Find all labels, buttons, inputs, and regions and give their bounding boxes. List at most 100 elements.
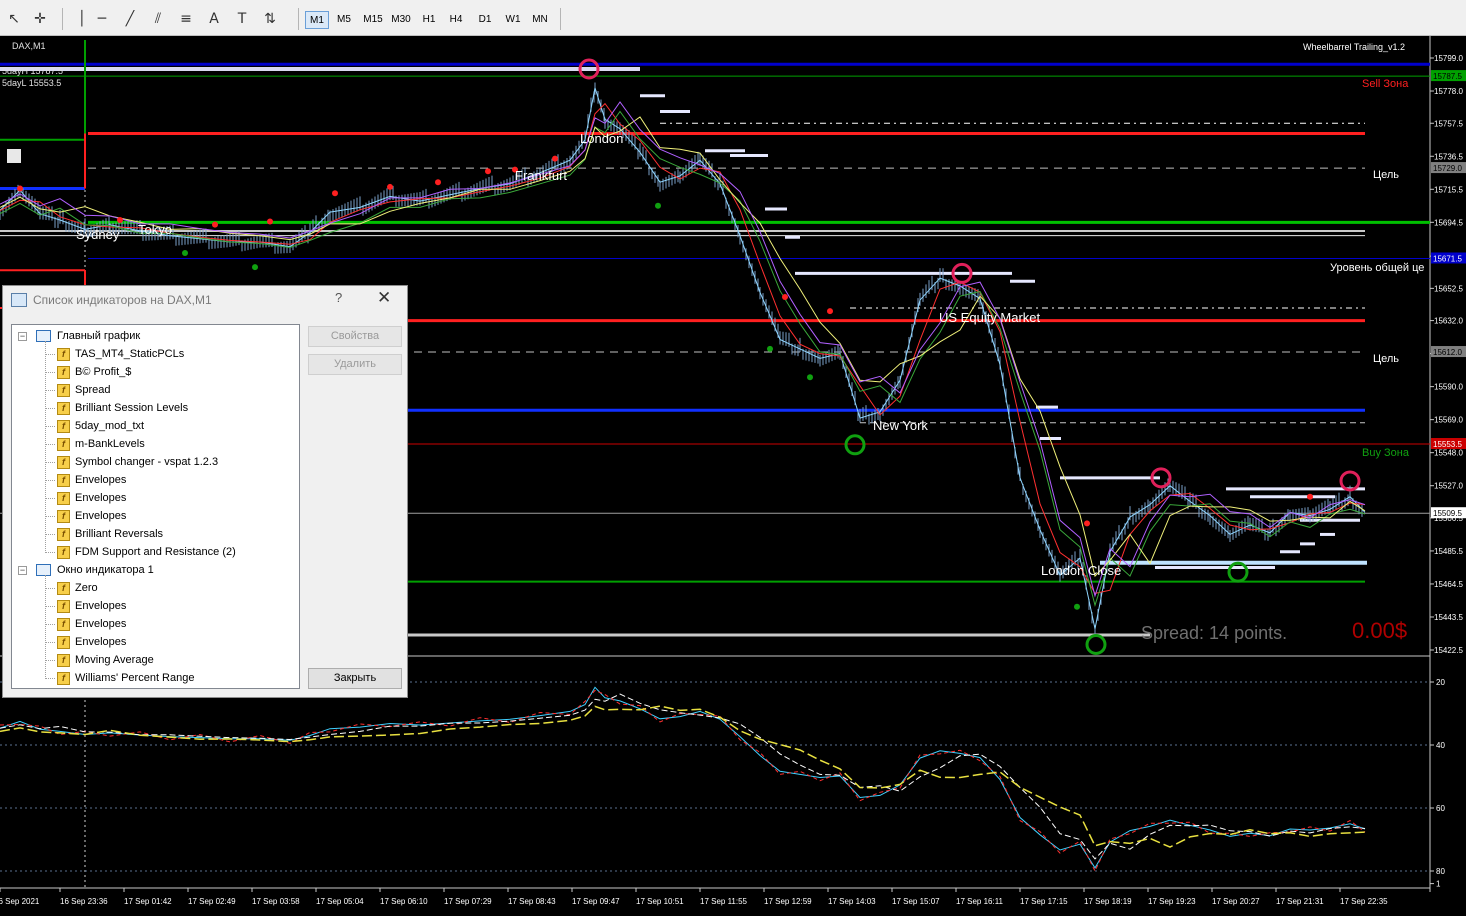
timeframe-h4[interactable]: H4 bbox=[445, 11, 467, 29]
time-axis-label: 17 Sep 03:58 bbox=[252, 897, 300, 906]
tree-item-indicator[interactable]: f Envelopes bbox=[57, 633, 126, 651]
tree-item-indicator[interactable]: f Envelopes bbox=[57, 471, 126, 489]
tree-item-indicator[interactable]: f Spread bbox=[57, 381, 110, 399]
time-axis-label: 17 Sep 07:29 bbox=[444, 897, 492, 906]
tree-line bbox=[46, 534, 55, 535]
tree-group-main-chart[interactable]: Главный график bbox=[36, 327, 140, 345]
time-axis-label: 17 Sep 21:31 bbox=[1276, 897, 1324, 906]
price-axis-label: 15443.5 bbox=[1434, 613, 1463, 622]
timeframe-m30[interactable]: M30 bbox=[388, 11, 414, 29]
indicator-icon: f bbox=[57, 347, 70, 361]
reversal-marker-icon bbox=[844, 434, 866, 456]
trendline-icon[interactable]: ╱ bbox=[120, 9, 140, 29]
tree-line bbox=[46, 462, 55, 463]
price-axis-label: 15736.5 bbox=[1434, 152, 1463, 161]
price-axis-label: 15715.5 bbox=[1434, 185, 1463, 194]
price-axis-label: 15569.0 bbox=[1434, 416, 1463, 425]
tree-item-label: Zero bbox=[75, 582, 98, 594]
buy-zone-label: Buy Зона bbox=[1362, 447, 1410, 459]
signal-dot bbox=[1307, 493, 1313, 500]
price-axis-label: 15527.0 bbox=[1434, 482, 1463, 491]
cursor-icon[interactable]: ↖ bbox=[4, 9, 24, 29]
tree-item-indicator[interactable]: f Brilliant Reversals bbox=[57, 525, 163, 543]
tree-group-indicator-window[interactable]: Окно индикатора 1 bbox=[36, 561, 154, 579]
tree-item-indicator[interactable]: f Envelopes bbox=[57, 507, 126, 525]
vertical-line-icon[interactable]: │ bbox=[72, 9, 92, 29]
tree-line bbox=[46, 498, 55, 499]
session-label: Sydney bbox=[76, 227, 120, 242]
properties-button[interactable]: Свойства bbox=[308, 326, 402, 347]
wpr-envelope-red bbox=[0, 689, 1366, 873]
timeframe-m1[interactable]: M1 bbox=[305, 11, 329, 29]
price-axis-label: 15778.0 bbox=[1434, 87, 1463, 96]
time-axis-label: 17 Sep 05:04 bbox=[316, 897, 364, 906]
tree-item-label: m-BankLevels bbox=[75, 438, 145, 450]
timeframe-mn[interactable]: MN bbox=[528, 11, 552, 29]
tree-line bbox=[46, 408, 55, 409]
close-button[interactable]: Закрыть bbox=[308, 668, 402, 689]
tree-line bbox=[46, 372, 55, 373]
signal-dot bbox=[435, 179, 441, 186]
tree-item-label: Envelopes bbox=[75, 510, 127, 522]
tree-item-indicator[interactable]: f Envelopes bbox=[57, 615, 126, 633]
tree-item-label: Envelopes bbox=[75, 492, 127, 504]
signal-dot bbox=[655, 202, 661, 209]
tree-item-indicator[interactable]: f Symbol changer - vspat 1.2.3 bbox=[57, 453, 218, 471]
price-tag-label: 15787.5 bbox=[1433, 72, 1462, 81]
signal-dot bbox=[1084, 520, 1090, 527]
tree-item-indicator[interactable]: f m-BankLevels bbox=[57, 435, 145, 453]
signal-dot bbox=[212, 221, 218, 228]
arrows-icon[interactable]: ⇅ bbox=[260, 9, 280, 29]
tree-line bbox=[46, 588, 55, 589]
indicator-tree[interactable]: − Главный график f TAS_MT4_StaticPCLs f B© Pr… bbox=[11, 324, 300, 689]
indicator-icon: f bbox=[57, 383, 70, 397]
crosshair-icon[interactable]: ✛ bbox=[30, 9, 50, 29]
tree-item-indicator[interactable]: f 5day_mod_txt bbox=[57, 417, 144, 435]
signal-dot bbox=[767, 345, 773, 352]
collapse-icon[interactable]: − bbox=[18, 332, 27, 341]
signal-dot bbox=[807, 374, 813, 381]
toolbar: ↖ ✛ │ ─ ╱ ⫽ ≡ A T ⇅ M1 M5 M15 M30 H1 H4 … bbox=[0, 0, 1466, 36]
channel-icon[interactable]: ⫽ bbox=[148, 9, 168, 29]
indicator-icon: f bbox=[57, 635, 70, 649]
indicator-icon: f bbox=[57, 527, 70, 541]
indicator-icon: f bbox=[57, 455, 70, 469]
timeframe-m15[interactable]: M15 bbox=[360, 11, 386, 29]
text-icon[interactable]: A bbox=[204, 9, 224, 29]
tree-item-indicator[interactable]: f Zero bbox=[57, 579, 98, 597]
price-tag-label: 15671.5 bbox=[1433, 254, 1462, 263]
timeframe-d1[interactable]: D1 bbox=[474, 11, 496, 29]
tree-item-indicator[interactable]: f Envelopes bbox=[57, 597, 126, 615]
tree-item-indicator[interactable]: f Brilliant Session Levels bbox=[57, 399, 188, 417]
text-label-icon[interactable]: T bbox=[232, 9, 252, 29]
tree-item-label: Envelopes bbox=[75, 618, 127, 630]
tree-item-label: Envelopes bbox=[75, 600, 127, 612]
tree-item-indicator[interactable]: f B© Profit_$ bbox=[57, 363, 131, 381]
tree-line bbox=[46, 354, 55, 355]
reversal-marker-icon bbox=[1227, 561, 1249, 583]
horizontal-line-icon[interactable]: ─ bbox=[92, 9, 112, 29]
tree-item-indicator[interactable]: f Moving Average bbox=[57, 651, 154, 669]
toolbar-separator bbox=[298, 8, 299, 30]
price-axis-label: 15757.5 bbox=[1434, 119, 1463, 128]
tree-item-indicator[interactable]: f TAS_MT4_StaticPCLs bbox=[57, 345, 184, 363]
help-button[interactable]: ? bbox=[335, 290, 342, 305]
tree-item-indicator[interactable]: f Williams' Percent Range bbox=[57, 669, 194, 687]
time-axis-label: 17 Sep 11:55 bbox=[700, 897, 748, 906]
collapse-icon[interactable]: − bbox=[18, 566, 27, 575]
timeframe-m5[interactable]: M5 bbox=[332, 11, 356, 29]
delete-button[interactable]: Удалить bbox=[308, 354, 402, 375]
indicator-icon: f bbox=[57, 437, 70, 451]
timeframe-h1[interactable]: H1 bbox=[418, 11, 440, 29]
indicator-icon: f bbox=[57, 365, 70, 379]
fibonacci-icon[interactable]: ≡ bbox=[176, 9, 196, 29]
tree-item-indicator[interactable]: f FDM Support and Resistance (2) bbox=[57, 543, 236, 561]
tree-item-indicator[interactable]: f Envelopes bbox=[57, 489, 126, 507]
signal-dot bbox=[182, 249, 188, 256]
time-axis-label: 16 Sep 23:36 bbox=[60, 897, 108, 906]
indicator-icon: f bbox=[57, 401, 70, 415]
timeframe-w1[interactable]: W1 bbox=[502, 11, 524, 29]
close-icon[interactable]: ✕ bbox=[377, 288, 391, 308]
indicator-list-icon bbox=[11, 293, 27, 307]
price-axis-label: 15464.5 bbox=[1434, 580, 1463, 589]
